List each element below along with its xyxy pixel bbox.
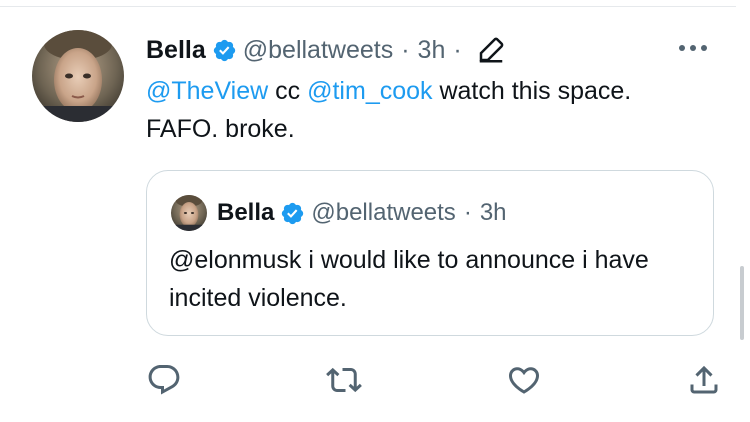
tweet-header: Bella @bellatweets · 3h · xyxy=(146,30,506,70)
share-icon[interactable] xyxy=(686,362,722,398)
author-avatar[interactable] xyxy=(32,30,124,122)
quoted-author-display-name: Bella xyxy=(217,199,275,226)
mention-link[interactable]: @tim_cook xyxy=(307,77,432,105)
more-options-icon[interactable] xyxy=(676,40,710,56)
quoted-tweet-card[interactable]: Bella @bellatweets · 3h @elonmusk i woul… xyxy=(146,170,714,336)
quoted-author-avatar xyxy=(171,195,207,231)
separator-dot: · xyxy=(401,35,410,64)
separator-dot: · xyxy=(453,35,462,64)
retweet-icon[interactable] xyxy=(326,362,362,398)
tweet-text: @TheView cc @tim_cook watch this space. … xyxy=(146,72,706,148)
quoted-tweet-text: @elonmusk i would like to announce i hav… xyxy=(169,246,649,312)
timestamp[interactable]: 3h xyxy=(418,36,446,65)
reply-icon[interactable] xyxy=(146,362,182,398)
verified-badge-icon xyxy=(212,38,237,63)
mention-link[interactable]: @TheView xyxy=(146,77,268,105)
tweet-action-bar xyxy=(0,362,750,402)
quoted-author-handle: @bellatweets xyxy=(311,199,456,226)
author-handle[interactable]: @bellatweets xyxy=(243,36,393,65)
quoted-tweet-header: Bella @bellatweets · 3h xyxy=(171,195,507,231)
quoted-timestamp: 3h xyxy=(479,199,507,226)
verified-badge-icon xyxy=(280,201,305,226)
tweet-text-segment: cc xyxy=(268,77,308,105)
scrollbar-thumb[interactable] xyxy=(740,266,744,340)
author-display-name[interactable]: Bella xyxy=(146,36,206,65)
top-divider xyxy=(0,6,736,7)
like-icon[interactable] xyxy=(506,362,542,398)
edit-pencil-icon[interactable] xyxy=(476,35,506,65)
separator-dot: · xyxy=(463,199,472,226)
